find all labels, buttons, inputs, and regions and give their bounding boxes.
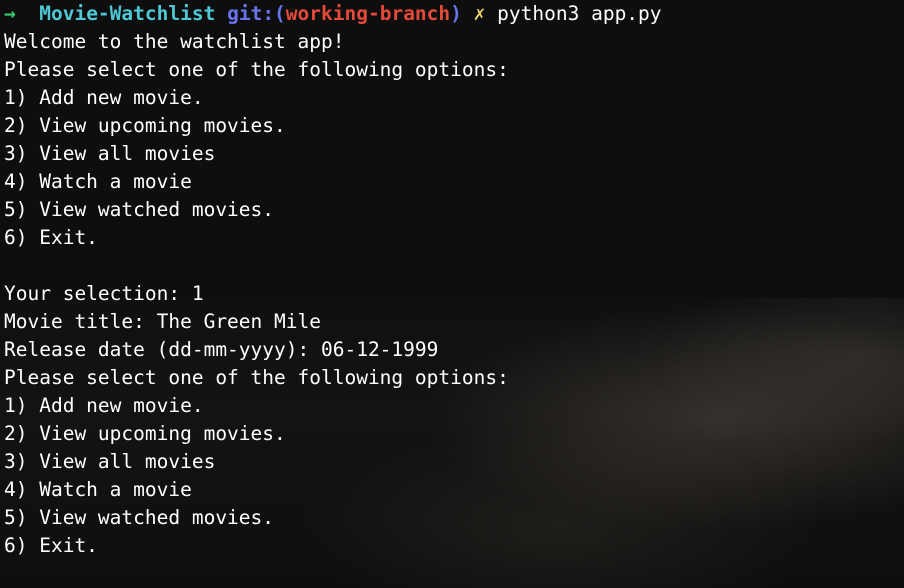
menu-option: 2) View upcoming movies. [4,422,286,445]
prompt-command: python3 app.py [497,2,662,25]
output-line: Please select one of the following optio… [4,366,509,389]
output-line: Welcome to the watchlist app! [4,30,345,53]
output-line: Please select one of the following optio… [4,58,509,81]
selection-input-line: Your selection: 1 [4,282,204,305]
prompt-git-prefix: git:( [227,2,286,25]
prompt-line: → Movie-Watchlist git:(working-branch) ✗… [4,0,900,28]
menu-option: 6) Exit. [4,534,98,557]
prompt-dirty-icon: ✗ [473,2,486,25]
terminal-output[interactable]: → Movie-Watchlist git:(working-branch) ✗… [4,0,900,560]
movie-title-input-line: Movie title: The Green Mile [4,310,321,333]
menu-option: 2) View upcoming movies. [4,114,286,137]
prompt-git-suffix: ) [450,2,462,25]
menu-option: 1) Add new movie. [4,394,204,417]
menu-option: 6) Exit. [4,226,98,249]
prompt-directory: Movie-Watchlist [39,2,216,25]
release-date-input-line: Release date (dd-mm-yyyy): 06-12-1999 [4,338,439,361]
prompt-branch: working-branch [285,2,451,25]
menu-option: 4) Watch a movie [4,170,192,193]
menu-option: 5) View watched movies. [4,198,275,221]
menu-option: 3) View all movies [4,142,216,165]
menu-option: 4) Watch a movie [4,478,192,501]
menu-option: 3) View all movies [4,450,216,473]
prompt-arrow-icon: → [4,2,16,25]
menu-option: 1) Add new movie. [4,86,204,109]
menu-option: 5) View watched movies. [4,506,275,529]
